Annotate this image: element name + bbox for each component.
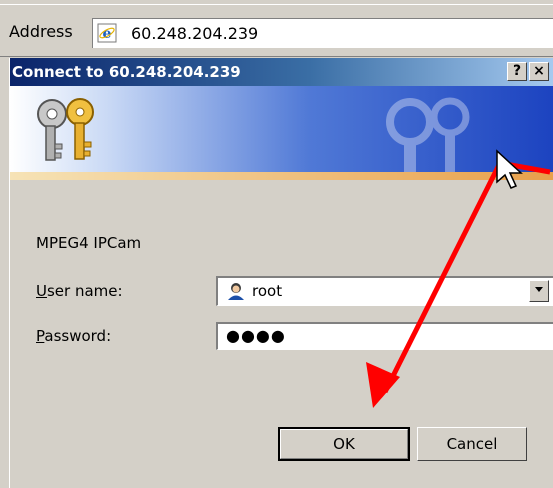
dialog-titlebar[interactable]: Connect to 60.248.204.239 ? ×	[10, 58, 553, 86]
user-name-label: User name:	[36, 282, 123, 300]
keys-watermark-icon	[370, 92, 480, 172]
chevron-down-icon	[535, 287, 543, 292]
dialog-banner	[10, 86, 553, 172]
close-button[interactable]: ×	[529, 62, 549, 81]
ok-button-label: OK	[280, 429, 408, 459]
address-input[interactable]: e 60.248.204.239	[92, 18, 553, 48]
password-field[interactable]: ●●●●	[216, 322, 553, 350]
toolbar-bottom-line	[0, 56, 553, 57]
connect-dialog: Connect to 60.248.204.239 ? × MPEG4 IPCa…	[9, 58, 553, 488]
user-name-accesskey: U	[36, 282, 47, 300]
realm-text: MPEG4 IPCam	[36, 234, 142, 252]
user-name-combobox[interactable]: root	[216, 276, 553, 306]
password-value: ●●●●	[226, 326, 286, 345]
user-icon	[226, 281, 246, 305]
banner-stripe	[10, 172, 553, 180]
password-label-rest: assword:	[44, 327, 112, 345]
keys-icon	[30, 92, 110, 170]
help-button[interactable]: ?	[507, 62, 527, 81]
cancel-button[interactable]: Cancel	[417, 427, 527, 461]
ie-page-icon: e	[97, 23, 117, 43]
password-label: Password:	[36, 327, 111, 345]
user-name-label-rest: ser name:	[46, 282, 123, 300]
user-name-value: root	[252, 282, 283, 300]
dropdown-button[interactable]	[529, 280, 549, 302]
address-url: 60.248.204.239	[131, 24, 259, 43]
address-toolbar: Address e 60.248.204.239	[0, 0, 553, 57]
ok-button[interactable]: OK	[278, 427, 410, 461]
dialog-title: Connect to 60.248.204.239	[12, 63, 241, 81]
address-label: Address	[9, 22, 73, 41]
toolbar-top-line	[0, 4, 553, 5]
